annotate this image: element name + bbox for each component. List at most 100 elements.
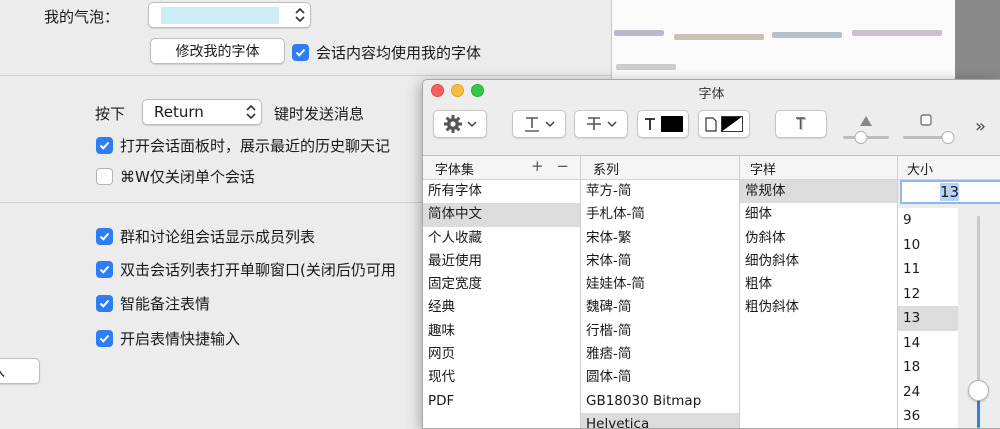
window-edge — [955, 0, 1000, 84]
checkbox[interactable] — [96, 228, 113, 245]
family-item[interactable]: 圆体-简 — [581, 366, 739, 389]
typeface-item[interactable]: 细体 — [740, 203, 897, 226]
actions-menu-button[interactable] — [433, 110, 487, 138]
size-item[interactable]: 36 — [898, 404, 958, 428]
collection-item[interactable]: 现代 — [423, 366, 580, 389]
shadow-square-icon — [903, 114, 955, 144]
size-item[interactable]: 13 — [898, 306, 958, 331]
collection-item[interactable]: 经典 — [423, 296, 580, 319]
family-item[interactable]: 宋体-繁 — [581, 227, 739, 250]
strikethrough-icon — [587, 117, 601, 130]
chevron-down-icon — [545, 121, 555, 128]
collection-item[interactable]: 所有字体 — [423, 180, 580, 203]
blurred-text — [772, 32, 842, 38]
typeface-header: 字样 — [750, 163, 777, 178]
document-icon — [705, 116, 717, 132]
size-item[interactable]: 14 — [898, 331, 958, 356]
chevron-updown-icon — [246, 104, 256, 120]
text-color-icon — [645, 118, 655, 130]
collection-item[interactable]: PDF — [423, 390, 580, 413]
underline-menu-button[interactable] — [512, 110, 566, 138]
modify-font-button[interactable]: 修改我的字体 — [150, 38, 285, 64]
option-emoji-shortcut[interactable]: 开启表情快捷输入 — [96, 328, 240, 349]
size-slider-knob[interactable] — [968, 380, 989, 401]
shadow-opacity-slider[interactable] — [841, 108, 891, 148]
option-show-history[interactable]: 打开会话面板时，展示最近的历史聊天记 — [96, 135, 390, 156]
family-list: 苹方-简 手札体-简 宋体-繁 宋体-简 娃娃体-简 魏碑-简 行楷-简 雅痞-简 圆体-简 GB… — [581, 180, 739, 428]
collection-item[interactable]: 固定宽度 — [423, 273, 580, 296]
option-label: 会话内容均使用我的字体 — [316, 44, 482, 62]
collection-item[interactable]: 个人收藏 — [423, 227, 580, 250]
size-item[interactable]: 10 — [898, 233, 958, 258]
option-double-click[interactable]: 双击会话列表打开单聊窗口(关闭后仍可用 — [96, 259, 396, 280]
blurred-text — [852, 30, 942, 36]
collection-item[interactable]: 趣味 — [423, 320, 580, 343]
family-item[interactable]: 手札体-简 — [581, 203, 739, 226]
option-label: 开启表情快捷输入 — [120, 330, 241, 348]
text-color-button[interactable] — [637, 110, 689, 138]
family-item[interactable]: 雅痞-简 — [581, 343, 739, 366]
family-item[interactable]: 苹方-简 — [581, 180, 739, 203]
checkbox[interactable] — [96, 330, 113, 347]
size-header: 大小 — [907, 163, 934, 178]
option-label: ⌘W仅关闭单个会话 — [120, 168, 255, 186]
send-key-popup[interactable]: Return — [142, 99, 262, 125]
document-color-button[interactable] — [698, 110, 750, 138]
size-column: 13 9 10 11 12 13 14 18 24 36 — [898, 180, 1000, 428]
bubble-color-popup[interactable] — [148, 2, 311, 28]
strikethrough-menu-button[interactable] — [574, 110, 628, 138]
document-color-swatch — [721, 116, 743, 132]
checkmark-icon — [99, 265, 110, 274]
option-label: 群和讨论组会话显示成员列表 — [120, 228, 316, 246]
typeface-item[interactable]: 伪斜体 — [740, 227, 897, 250]
size-item[interactable]: 11 — [898, 257, 958, 282]
checkmark-icon — [99, 232, 110, 241]
option-cmd-w[interactable]: ⌘W仅关闭单个会话 — [96, 166, 255, 187]
collection-item[interactable]: 网页 — [423, 343, 580, 366]
checkbox[interactable] — [96, 137, 113, 154]
font-panel-column-headers: 字体集 + − 系列 字样 大小 — [423, 156, 1000, 180]
checkbox[interactable] — [96, 168, 113, 185]
family-item[interactable]: GB18030 Bitmap — [581, 390, 739, 413]
typeface-item[interactable]: 粗伪斜体 — [740, 296, 897, 319]
size-input[interactable]: 13 — [900, 180, 1000, 204]
checkbox[interactable] — [292, 44, 309, 61]
size-input-value: 13 — [940, 183, 960, 201]
use-my-font-option[interactable]: 会话内容均使用我的字体 — [292, 42, 481, 63]
partial-button[interactable]: 入 — [0, 358, 40, 384]
gear-icon — [444, 115, 462, 133]
size-item[interactable]: 9 — [898, 208, 958, 233]
add-remove-collection-buttons[interactable]: + − — [531, 157, 573, 175]
family-item[interactable]: 娃娃体-简 — [581, 273, 739, 296]
chevron-down-icon — [467, 121, 477, 128]
checkmark-icon — [99, 141, 110, 150]
size-item[interactable]: 12 — [898, 282, 958, 307]
typeface-item[interactable]: 粗体 — [740, 273, 897, 296]
size-item[interactable]: 24 — [898, 380, 958, 405]
typeface-item[interactable]: 细伪斜体 — [740, 250, 897, 273]
checkbox[interactable] — [96, 295, 113, 312]
checkbox[interactable] — [96, 261, 113, 278]
font-panel-titlebar[interactable]: 字体 — [423, 80, 1000, 102]
family-item[interactable]: 魏碑-简 — [581, 296, 739, 319]
triangle-icon — [843, 116, 889, 144]
text-shadow-button[interactable] — [775, 110, 827, 138]
size-item[interactable]: 18 — [898, 355, 958, 380]
option-smart-remark[interactable]: 智能备注表情 — [96, 293, 210, 314]
family-item[interactable]: 行楷-简 — [581, 320, 739, 343]
blurred-text — [616, 64, 676, 70]
toolbar-overflow-button[interactable]: » — [975, 116, 986, 137]
font-panel-title: 字体 — [698, 87, 725, 102]
checkmark-icon — [99, 299, 110, 308]
option-member-list[interactable]: 群和讨论组会话显示成员列表 — [96, 226, 315, 247]
chevron-updown-icon — [295, 7, 305, 23]
collection-item[interactable]: 简体中文 — [423, 203, 580, 227]
shadow-blur-slider[interactable] — [901, 108, 955, 148]
blurred-text — [614, 30, 664, 36]
checkmark-icon — [295, 48, 306, 57]
family-item[interactable]: Helvetica — [581, 412, 739, 428]
collection-item[interactable]: 最近使用 — [423, 250, 580, 273]
collections-list: 所有字体 简体中文 个人收藏 最近使用 固定宽度 经典 趣味 网页 现代 PDF — [423, 180, 580, 428]
typeface-item[interactable]: 常规体 — [740, 180, 897, 204]
family-item[interactable]: 宋体-简 — [581, 250, 739, 273]
